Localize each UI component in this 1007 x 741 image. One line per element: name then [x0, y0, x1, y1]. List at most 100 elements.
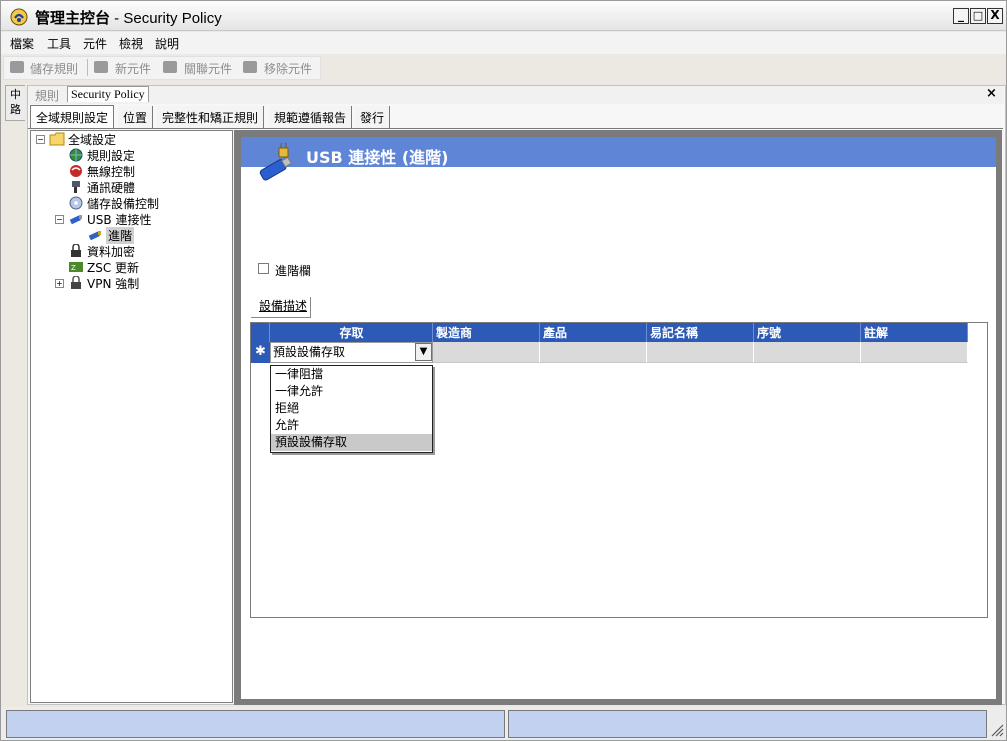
dropdown-arrow-icon[interactable]: ▼ [415, 343, 432, 361]
tab-device-description[interactable]: 設備描述 [256, 297, 312, 317]
save-rules-button[interactable]: 儲存規則 [30, 60, 78, 77]
window-title: 管理主控台 - Security Policy [35, 7, 222, 28]
resize-grip-icon[interactable] [988, 721, 1004, 737]
tree-label: USB 連接性 [87, 212, 152, 227]
option-deny[interactable]: 拒絕 [271, 400, 432, 417]
cell-manufacturer[interactable] [433, 342, 540, 363]
wireless-icon [70, 165, 82, 177]
option-default-access[interactable]: 預設設備存取 [271, 434, 432, 451]
tab-location[interactable]: 位置 [118, 106, 154, 128]
new-row-marker[interactable]: ✱ [251, 342, 270, 363]
menu-help[interactable]: 說明 [155, 35, 179, 52]
status-panel-right [508, 710, 987, 738]
tab-publish[interactable]: 發行 [355, 106, 391, 128]
vpn-icon [71, 276, 81, 289]
tree-root[interactable]: − 全域設定 [36, 131, 116, 147]
new-component-button[interactable]: 新元件 [115, 60, 151, 77]
advanced-columns-checkbox[interactable] [258, 263, 269, 274]
column-header-product[interactable]: 產品 [540, 323, 647, 342]
remove-component-icon [243, 61, 257, 73]
subtab-divider [251, 317, 311, 318]
menu-bar [1, 32, 1006, 54]
tab-divider [28, 128, 1003, 129]
tree-label: 無線控制 [87, 164, 136, 179]
tab-compliance-report[interactable]: 規範遵循報告 [269, 106, 353, 128]
column-header-serial[interactable]: 序號 [754, 323, 861, 342]
tree-item-wireless-control[interactable]: 無線控制 [68, 163, 135, 179]
column-header-friendly-name[interactable]: 易記名稱 [647, 323, 754, 342]
side-panel-tab[interactable]: 中 路 [5, 85, 25, 121]
column-header-manufacturer[interactable]: 製造商 [433, 323, 540, 342]
globe-icon [69, 148, 83, 162]
tree-label-selected: 進階 [106, 226, 135, 244]
collapse-icon[interactable]: − [36, 134, 45, 144]
maximize-button[interactable]: □ [970, 8, 986, 24]
menu-file[interactable]: 檔案 [10, 35, 34, 52]
tree-label: VPN 強制 [87, 276, 140, 291]
tree-item-storage-control[interactable]: 儲存設備控制 [68, 195, 159, 211]
svg-text:Z: Z [71, 264, 76, 272]
option-always-block[interactable]: 一律阻擋 [271, 366, 432, 383]
associate-component-icon [163, 61, 177, 73]
settings-tree: − 全域設定 規則設定 無線控制 通訊硬體 儲存設備控制 − USB 連接性 進… [30, 130, 233, 703]
tab-global-rules[interactable]: 全域規則設定 [30, 105, 115, 129]
menu-view[interactable]: 檢視 [119, 35, 143, 52]
close-window-button[interactable]: X [987, 8, 1003, 24]
tree-item-rule-settings[interactable]: 規則設定 [68, 147, 135, 163]
collapse-icon[interactable]: − [55, 214, 64, 224]
column-header-access[interactable]: 存取 [270, 323, 433, 342]
status-panel-left [6, 710, 505, 738]
minimize-button[interactable]: _ [953, 8, 969, 24]
tree-item-vpn[interactable]: + VPN 強制 [55, 275, 139, 291]
folder-icon [49, 132, 65, 146]
option-always-allow[interactable]: 一律允許 [271, 383, 432, 400]
tree-root-label: 全域設定 [68, 132, 117, 147]
save-icon [10, 61, 24, 73]
window-title-main: 管理主控台 [35, 9, 111, 27]
toolbar-separator [87, 59, 88, 76]
tree-label: 儲存設備控制 [87, 196, 160, 211]
new-component-icon [94, 61, 108, 73]
disc-icon [69, 196, 83, 210]
usb-icon [69, 215, 82, 225]
tree-label: 資料加密 [87, 244, 136, 259]
grid-corner [251, 323, 270, 342]
cell-serial[interactable] [754, 342, 861, 363]
associate-component-button[interactable]: 關聯元件 [184, 60, 232, 77]
tree-label: 通訊硬體 [87, 180, 136, 195]
access-combo-value: 預設設備存取 [273, 345, 346, 359]
cell-product[interactable] [540, 342, 647, 363]
tree-item-usb[interactable]: − USB 連接性 [55, 211, 151, 227]
tree-item-advanced[interactable]: 進階 [87, 226, 135, 244]
menu-components[interactable]: 元件 [83, 35, 107, 52]
access-dropdown-list: 一律阻擋 一律允許 拒絕 允許 預設設備存取 [270, 365, 433, 453]
hardware-icon [72, 181, 80, 193]
menu-tools[interactable]: 工具 [47, 35, 71, 52]
option-allow[interactable]: 允許 [271, 417, 432, 434]
app-logo-icon [10, 8, 28, 26]
expand-icon[interactable]: + [55, 278, 64, 288]
side-tab-char-1: 中 [10, 88, 21, 101]
tree-item-zsc-update[interactable]: Z ZSC 更新 [68, 259, 139, 275]
tree-label: 規則設定 [87, 148, 136, 163]
column-header-comment[interactable]: 註解 [861, 323, 968, 342]
cell-comment[interactable] [861, 342, 968, 363]
remove-component-button[interactable]: 移除元件 [264, 60, 312, 77]
update-icon: Z [69, 262, 83, 272]
panel-title: USB 連接性 (進階) [306, 148, 449, 167]
tree-label: ZSC 更新 [87, 260, 140, 275]
doc-tab-rules[interactable]: 規則 [35, 87, 59, 104]
cell-friendly-name[interactable] [647, 342, 754, 363]
tree-item-comm-hardware[interactable]: 通訊硬體 [68, 179, 135, 195]
usb-drive-icon [259, 143, 293, 181]
doc-tab-policy[interactable]: Security Policy [67, 86, 149, 102]
side-tab-char-2: 路 [10, 103, 21, 116]
advanced-columns-label: 進階欄 [275, 264, 312, 278]
app-window: 管理主控台 - Security Policy _ □ X 檔案 工具 元件 檢… [0, 0, 1007, 741]
usb-advanced-icon [88, 231, 101, 241]
document-tab-strip [28, 86, 1004, 104]
tab-integrity-remediation[interactable]: 完整性和矯正規則 [157, 106, 265, 128]
lock-icon [71, 244, 81, 257]
close-document-button[interactable]: × [986, 86, 997, 101]
tree-item-data-encryption[interactable]: 資料加密 [68, 243, 135, 259]
